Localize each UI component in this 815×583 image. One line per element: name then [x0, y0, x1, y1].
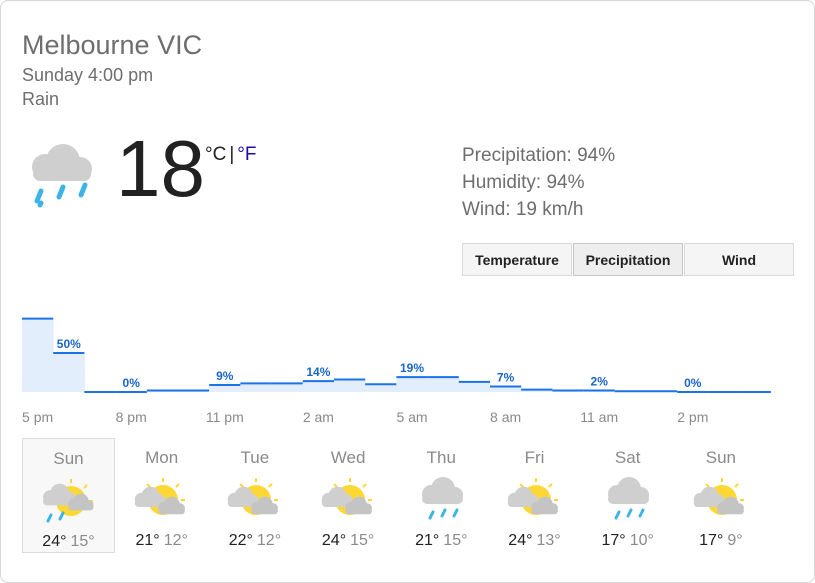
weather-details: Precipitation: 94% Humidity: 94% Wind: 1… [462, 142, 615, 223]
forecast-day[interactable]: Sat 17° 10° [581, 438, 674, 553]
day-name: Thu [426, 448, 456, 467]
rain-partly-sunny-icon [41, 477, 101, 530]
day-temperatures: 17° 10° [581, 532, 674, 550]
forecast-day[interactable]: Sun 24° 15° [22, 438, 115, 553]
day-temperatures: 21° 12° [115, 532, 208, 550]
precipitation-bar [302, 381, 335, 392]
hour-label: 11 pm [205, 409, 244, 425]
celsius-unit: °C [205, 144, 227, 165]
day-temperatures: 21° 15° [395, 532, 488, 550]
tab-precipitation[interactable]: Precipitation [573, 243, 683, 276]
hour-label: 2 pm [677, 409, 709, 425]
forecast-day[interactable]: Fri 24° 13° [488, 438, 581, 553]
precipitation-value-label: 14% [306, 365, 330, 379]
low-temperature: 9° [727, 532, 743, 549]
chart-tabs: Temperature Precipitation Wind [462, 243, 794, 276]
day-temperatures: 17° 9° [674, 532, 767, 550]
date-time: Sunday 4:00 pm [22, 65, 154, 85]
hour-label: 8 am [490, 409, 522, 425]
current-temperature: 18 [116, 124, 205, 213]
high-temperature: 22° [228, 532, 253, 549]
precipitation-bar [458, 381, 491, 392]
precipitation-bar [53, 353, 85, 392]
precipitation-value-label: 0% [123, 376, 141, 390]
day-temperatures: 22° 12° [208, 532, 301, 550]
rain-cloud-icon [413, 476, 473, 529]
precipitation-bar [271, 383, 304, 392]
forecast-day[interactable]: Thu 21° 15° [395, 438, 488, 553]
precipitation-value-label: 0% [684, 376, 702, 390]
high-temperature: 21° [415, 532, 440, 549]
precipitation-value-label: 2% [591, 374, 609, 388]
hour-label: 11 am [580, 409, 619, 425]
day-name: Mon [145, 448, 179, 467]
day-name: Sun [705, 448, 737, 467]
humidity-stat: Humidity: 94% [462, 172, 585, 193]
high-temperature: 17° [699, 532, 724, 549]
precipitation-stat: Precipitation: 94% [462, 145, 616, 166]
hour-label: 8 pm [115, 409, 147, 425]
high-temperature: 24° [42, 533, 67, 550]
day-name: Wed [330, 448, 366, 467]
unit-separator: | [229, 144, 235, 165]
partly-cloudy-icon [692, 476, 752, 529]
partly-cloudy-icon [133, 476, 193, 529]
high-temperature: 21° [135, 532, 160, 549]
weather-condition: Rain [22, 89, 60, 109]
partly-cloudy-icon [226, 476, 286, 529]
partly-cloudy-icon [506, 476, 566, 529]
rain-cloud-icon [25, 141, 97, 214]
precipitation-value-label: 9% [216, 369, 234, 383]
unit-switch: °C | °F [205, 144, 256, 166]
day-name: Sat [614, 448, 641, 467]
weather-card: Melbourne VIC Sunday 4:00 pm Rain 18 °C |… [0, 0, 815, 583]
low-temperature: 15° [443, 532, 468, 549]
forecast-day[interactable]: Tue 22° 12° [208, 438, 301, 553]
precipitation-bar [396, 377, 429, 392]
precipitation-chart: 50% 0% 9% 14% 19% 7% 2% 0% [22, 317, 771, 393]
low-temperature: 15° [70, 533, 95, 550]
high-temperature: 24° [508, 532, 533, 549]
day-temperatures: 24° 15° [302, 532, 395, 550]
low-temperature: 13° [536, 532, 561, 549]
wind-stat: Wind: 19 km/h [462, 199, 584, 220]
low-temperature: 12° [163, 532, 188, 549]
location-title: Melbourne VIC [22, 30, 203, 60]
hour-label: 2 am [302, 409, 334, 425]
precipitation-bar [22, 318, 54, 392]
precipitation-value-label: 50% [57, 337, 81, 351]
day-name: Fri [524, 448, 545, 467]
precipitation-bar [209, 384, 241, 392]
precipitation-bar [240, 383, 273, 392]
day-temperatures: 24° 15° [23, 533, 114, 551]
day-temperatures: 24° 13° [488, 532, 581, 550]
precipitation-bar [365, 384, 397, 392]
precipitation-value-label: 19% [400, 361, 424, 375]
low-temperature: 15° [350, 532, 375, 549]
rain-cloud-icon [599, 476, 659, 529]
forecast-day[interactable]: Mon 21° 12° [115, 438, 208, 553]
tab-wind[interactable]: Wind [684, 243, 794, 276]
tab-temperature[interactable]: Temperature [462, 243, 572, 276]
forecast-day[interactable]: Sun 17° 9° [674, 438, 767, 553]
partly-cloudy-icon [320, 476, 380, 529]
hour-label: 5 am [396, 409, 428, 425]
precipitation-bar [427, 377, 460, 392]
low-temperature: 10° [629, 532, 654, 549]
day-name: Sun [53, 449, 84, 468]
forecast-day[interactable]: Wed 24° 15° [302, 438, 395, 553]
precipitation-bar [334, 379, 366, 392]
precipitation-value-label: 7% [497, 371, 515, 385]
day-name: Tue [240, 448, 270, 467]
low-temperature: 12° [256, 532, 282, 549]
fahrenheit-link[interactable]: °F [237, 144, 256, 165]
high-temperature: 17° [601, 532, 626, 549]
high-temperature: 24° [321, 532, 347, 549]
hour-label: 5 pm [22, 409, 54, 425]
